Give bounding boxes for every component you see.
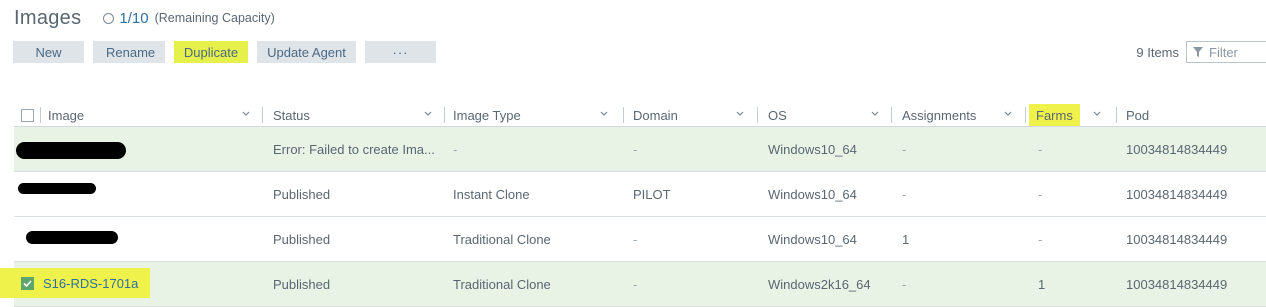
column-divider bbox=[262, 107, 263, 123]
domain-cell: - bbox=[633, 276, 638, 292]
image-type-cell: Traditional Clone bbox=[453, 231, 551, 247]
pod-cell: 10034814834449 bbox=[1126, 141, 1228, 157]
farms-cell: - bbox=[1038, 141, 1043, 157]
checkmark-icon bbox=[23, 279, 32, 287]
rename-button[interactable]: Rename bbox=[93, 41, 165, 63]
chevron-down-icon[interactable] bbox=[736, 111, 744, 117]
column-divider bbox=[444, 107, 445, 123]
filter-input[interactable]: Filter bbox=[1186, 41, 1266, 63]
column-header-os[interactable]: OS bbox=[768, 104, 787, 126]
capacity-ring-icon bbox=[103, 12, 115, 24]
row-checkbox[interactable] bbox=[21, 276, 34, 290]
domain-cell: - bbox=[633, 141, 638, 157]
capacity-value: 1/10 bbox=[119, 9, 149, 27]
column-divider bbox=[40, 107, 41, 123]
filter-icon bbox=[1193, 47, 1203, 57]
chevron-down-icon[interactable] bbox=[242, 111, 250, 117]
domain-cell: - bbox=[633, 231, 638, 247]
redaction-mark bbox=[26, 231, 118, 244]
assignments-cell: - bbox=[902, 276, 907, 292]
column-header-domain[interactable]: Domain bbox=[633, 104, 678, 126]
status-cell: Published bbox=[273, 231, 331, 247]
chevron-down-icon[interactable] bbox=[1004, 111, 1012, 117]
image-type-cell: - bbox=[453, 141, 458, 157]
farms-cell: 1 bbox=[1038, 276, 1046, 292]
domain-cell: PILOT bbox=[633, 186, 671, 202]
pod-cell: 10034814834449 bbox=[1126, 186, 1228, 202]
items-filter-area: 9 Items Filter bbox=[1136, 41, 1266, 63]
capacity-indicator: 1/10 (Remaining Capacity) bbox=[103, 9, 275, 27]
column-divider bbox=[891, 107, 892, 123]
items-count: 9 Items bbox=[1136, 44, 1179, 60]
column-divider bbox=[757, 107, 758, 123]
chevron-down-icon[interactable] bbox=[871, 111, 879, 117]
column-divider bbox=[1025, 107, 1026, 123]
os-cell: Windows10_64 bbox=[768, 186, 857, 202]
column-header-farms[interactable]: Farms bbox=[1029, 104, 1080, 126]
farms-cell: - bbox=[1038, 186, 1043, 202]
pod-cell: 10034814834449 bbox=[1126, 231, 1228, 247]
column-header-pod[interactable]: Pod bbox=[1126, 104, 1149, 126]
farms-cell: - bbox=[1038, 231, 1043, 247]
os-cell: Windows10_64 bbox=[768, 141, 857, 157]
column-header-status[interactable]: Status bbox=[273, 104, 310, 126]
more-actions-button[interactable]: ··· bbox=[365, 41, 436, 63]
pod-cell: 10034814834449 bbox=[1126, 276, 1228, 292]
header: Images 1/10 (Remaining Capacity) bbox=[14, 4, 275, 32]
status-cell: Published bbox=[273, 276, 331, 292]
duplicate-button[interactable]: Duplicate bbox=[174, 41, 248, 63]
toolbar: New Rename Duplicate Update Agent ··· bbox=[13, 41, 436, 63]
column-divider bbox=[623, 107, 624, 123]
os-cell: Windows10_64 bbox=[768, 231, 857, 247]
column-header-image-type[interactable]: Image Type bbox=[453, 104, 521, 126]
table-header: Image Status Image Type Domain OS Assign… bbox=[14, 104, 1266, 127]
image-cell[interactable]: S16-RDS-1701a bbox=[0, 268, 150, 298]
chevron-down-icon[interactable] bbox=[600, 111, 608, 117]
image-type-cell: Traditional Clone bbox=[453, 276, 551, 292]
assignments-cell: 1 bbox=[902, 231, 910, 247]
chevron-down-icon[interactable] bbox=[424, 111, 432, 117]
status-cell: Published bbox=[273, 186, 331, 202]
image-type-cell: Instant Clone bbox=[453, 186, 530, 202]
status-cell: Error: Failed to create Ima... bbox=[273, 141, 435, 157]
column-header-image[interactable]: Image bbox=[48, 104, 84, 126]
assignments-cell: - bbox=[902, 141, 907, 157]
capacity-label: (Remaining Capacity) bbox=[154, 11, 275, 25]
image-name-link[interactable]: S16-RDS-1701a bbox=[43, 276, 138, 291]
os-cell: Windows2k16_64 bbox=[768, 276, 871, 292]
column-header-assignments[interactable]: Assignments bbox=[902, 104, 976, 126]
select-all-checkbox[interactable] bbox=[21, 104, 34, 126]
assignments-cell: - bbox=[902, 186, 907, 202]
page-title: Images bbox=[14, 6, 82, 29]
table-row[interactable]: Published Traditional Clone - Windows10_… bbox=[14, 217, 1266, 262]
column-divider bbox=[1116, 107, 1117, 123]
table-row[interactable]: Error: Failed to create Ima... - - Windo… bbox=[14, 127, 1266, 172]
update-agent-button[interactable]: Update Agent bbox=[257, 41, 356, 63]
filter-placeholder: Filter bbox=[1209, 44, 1238, 60]
chevron-down-icon[interactable] bbox=[1093, 111, 1101, 117]
new-button[interactable]: New bbox=[13, 41, 84, 63]
table-row-selected[interactable]: S16-RDS-1701a Published Traditional Clon… bbox=[0, 262, 1266, 307]
redaction-mark bbox=[18, 183, 96, 194]
checkbox-icon bbox=[21, 108, 34, 122]
table-row[interactable]: Published Instant Clone PILOT Windows10_… bbox=[14, 172, 1266, 217]
redaction-mark bbox=[16, 142, 126, 159]
